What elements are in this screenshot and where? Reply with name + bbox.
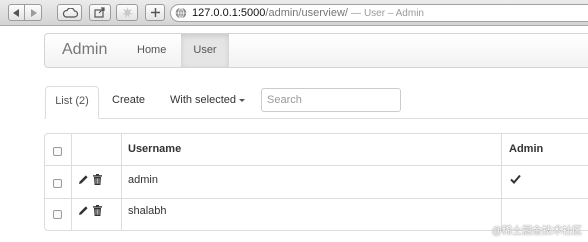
page-title: User – Admin (363, 7, 424, 19)
username-cell: shalabh (128, 205, 167, 217)
check-icon (510, 174, 521, 184)
tabs-divider (44, 118, 588, 119)
url-path: /admin/userview/ (265, 7, 348, 19)
browser-toolbar: 127.0.0.1:5000 /admin/userview/ — User –… (0, 0, 588, 26)
new-tab-button[interactable] (145, 4, 165, 21)
back-button[interactable] (8, 4, 25, 21)
tab-create[interactable]: Create (112, 86, 145, 116)
search-input[interactable] (261, 88, 401, 112)
column-header-admin[interactable]: Admin (509, 143, 543, 155)
column-divider (501, 134, 502, 230)
cloud-icon (62, 7, 78, 18)
plus-icon (150, 8, 160, 17)
edit-pencil-icon[interactable] (78, 205, 89, 216)
with-selected-dropdown[interactable]: With selected (170, 86, 246, 116)
globe-icon (175, 7, 187, 19)
brand-link[interactable]: Admin (62, 41, 107, 59)
share-icon (94, 7, 106, 18)
tab-list[interactable]: List (2) (45, 86, 99, 119)
watermark: @稀土掘金技术社区 (492, 222, 582, 237)
username-cell: admin (128, 174, 158, 186)
row-checkbox[interactable] (53, 179, 62, 188)
delete-trash-icon[interactable] (93, 174, 102, 185)
column-divider (71, 134, 72, 230)
address-bar[interactable]: 127.0.0.1:5000 /admin/userview/ — User –… (170, 4, 588, 22)
edit-pencil-icon[interactable] (78, 174, 89, 185)
row-divider (45, 198, 588, 199)
title-separator: — (350, 7, 361, 19)
admin-navbar: Admin Home User (44, 33, 588, 68)
column-divider (121, 134, 122, 230)
back-icon (13, 8, 20, 17)
select-all-checkbox[interactable] (53, 147, 62, 156)
cloud-button[interactable] (57, 4, 82, 21)
column-header-username[interactable]: Username (128, 143, 181, 155)
row-divider (45, 165, 588, 166)
puzzle-icon (121, 7, 133, 18)
row-checkbox[interactable] (53, 210, 62, 219)
caret-down-icon (239, 98, 246, 102)
extension-button[interactable] (116, 4, 138, 21)
delete-trash-icon[interactable] (93, 205, 102, 216)
user-table: Username Admin admin shalabh (44, 133, 588, 231)
nav-item-home[interactable]: Home (137, 34, 166, 67)
url-host: 127.0.0.1:5000 (192, 7, 266, 19)
nav-item-user[interactable]: User (181, 34, 229, 67)
watermark-text: @稀土掘金技术社区 (491, 226, 582, 237)
with-selected-label: With selected (170, 94, 237, 106)
forward-button[interactable] (25, 4, 42, 21)
share-button[interactable] (89, 4, 111, 21)
forward-icon (30, 8, 37, 17)
